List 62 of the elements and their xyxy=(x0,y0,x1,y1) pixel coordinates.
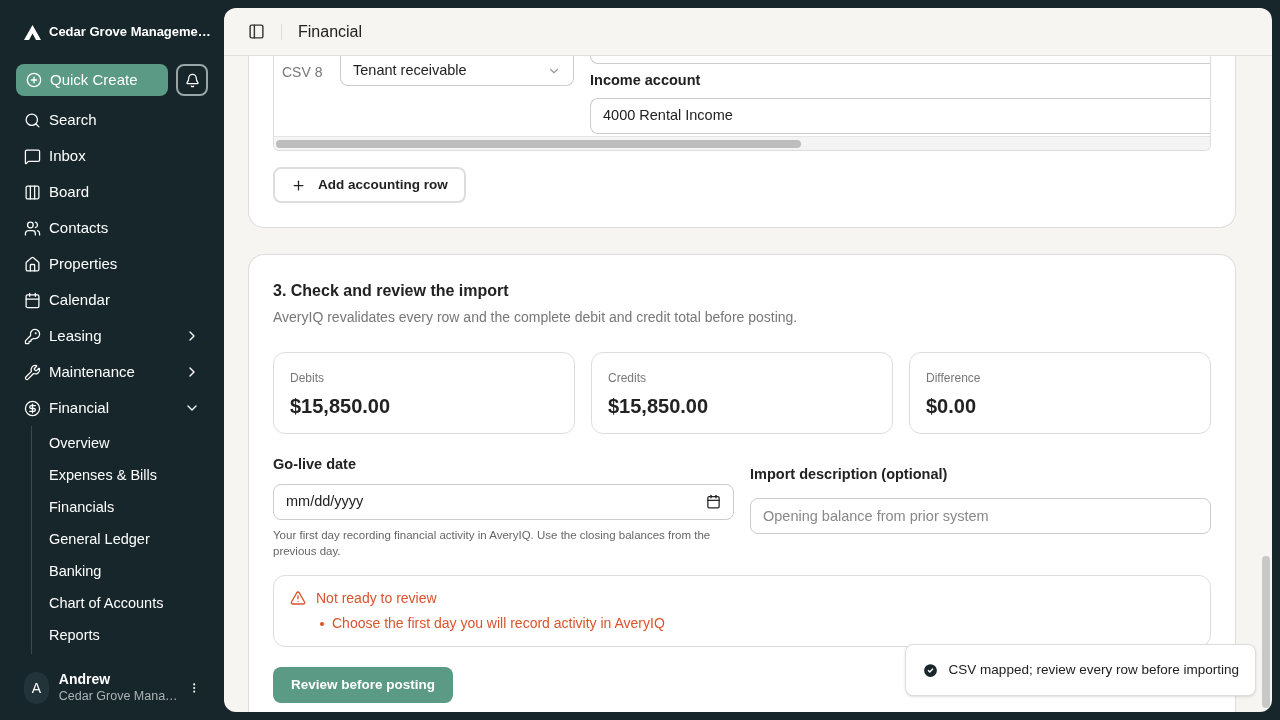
horizontal-scrollbar[interactable] xyxy=(276,139,801,148)
nav-item[interactable]: Financial xyxy=(0,390,224,426)
avatar: A xyxy=(24,672,49,704)
chat-icon xyxy=(24,147,41,165)
field-label: Go-live date xyxy=(273,455,357,474)
page-title: Financial xyxy=(298,21,363,42)
org-name: Cedar Grove Manageme… xyxy=(49,23,211,42)
search-icon xyxy=(24,111,41,129)
alert-item: Choose the first day you will record activity in AveryIQ xyxy=(332,614,665,634)
submenu-item[interactable]: Banking xyxy=(32,556,224,588)
bell-icon xyxy=(184,72,200,88)
account-field[interactable]: 4000 Rental Income xyxy=(590,97,1210,134)
add-row-button[interactable]: Add accounting row xyxy=(273,167,466,203)
nav-item[interactable]: Board xyxy=(0,174,224,210)
date-field[interactable]: mm/dd/yyyy xyxy=(273,483,734,520)
total-label: Credits xyxy=(608,370,647,387)
people-icon xyxy=(24,219,41,237)
calendar-icon xyxy=(24,291,41,309)
field-label: Import description (optional) xyxy=(750,465,949,484)
plus-circle-icon xyxy=(26,72,42,88)
nav-item[interactable]: Maintenance xyxy=(0,354,224,390)
columns-icon xyxy=(24,183,41,201)
vertical-scrollbar[interactable] xyxy=(1262,556,1270,708)
dollar-icon xyxy=(24,399,41,417)
user-org: Cedar Grove Mana… xyxy=(58,688,178,705)
field-hint: Your first day recording financial activity in AveryIQ. Use the closing balances from the previous day. xyxy=(273,527,712,559)
logo-icon xyxy=(24,24,41,40)
user-name: Andrew xyxy=(58,671,112,689)
nav-item[interactable]: Inbox xyxy=(0,138,224,174)
notifications-button[interactable] xyxy=(176,64,208,96)
sidebar-toggle-icon[interactable] xyxy=(248,23,265,40)
submenu-item[interactable]: Expenses & Bills xyxy=(32,460,224,492)
total-label: Debits xyxy=(290,370,325,387)
type-select[interactable]: Tenant receivable xyxy=(340,56,574,86)
submenu-item[interactable]: Overview xyxy=(32,428,224,460)
submenu-item[interactable]: Reports xyxy=(32,620,224,652)
nav-item[interactable]: Contacts xyxy=(0,210,224,246)
description-field[interactable]: Opening balance from prior system xyxy=(750,497,1211,534)
section-description: AveryIQ revalidates every row and the complete debit and credit total before posting. xyxy=(273,308,799,327)
total-value: $15,850.00 xyxy=(290,394,392,419)
submenu-item[interactable]: General Ledger xyxy=(32,524,224,556)
plus-icon xyxy=(291,177,306,193)
submenu-item[interactable]: Chart of Accounts xyxy=(32,588,224,620)
nav-item[interactable]: Properties xyxy=(0,246,224,282)
house-icon xyxy=(24,255,41,273)
key-icon xyxy=(24,327,41,345)
alert-title: Not ready to review xyxy=(316,589,438,609)
total-value: $0.00 xyxy=(926,394,978,419)
field-label: Income account xyxy=(590,71,702,90)
nav-item[interactable]: Search xyxy=(0,102,224,138)
row-label: CSV 8 xyxy=(282,63,324,82)
warning-icon xyxy=(290,590,306,607)
total-value: $15,850.00 xyxy=(608,394,710,419)
check-circle-icon xyxy=(921,661,939,679)
section-title: 3. Check and review the import xyxy=(273,281,510,301)
total-label: Difference xyxy=(926,370,982,387)
calendar-icon xyxy=(706,494,721,510)
nav-item[interactable]: Calendar xyxy=(0,282,224,318)
wrench-icon xyxy=(24,363,41,381)
submenu-item[interactable]: Financials xyxy=(32,492,224,524)
nav-item[interactable]: Leasing xyxy=(0,318,224,354)
toast-message: CSV mapped; review every row before importing xyxy=(948,660,1239,679)
